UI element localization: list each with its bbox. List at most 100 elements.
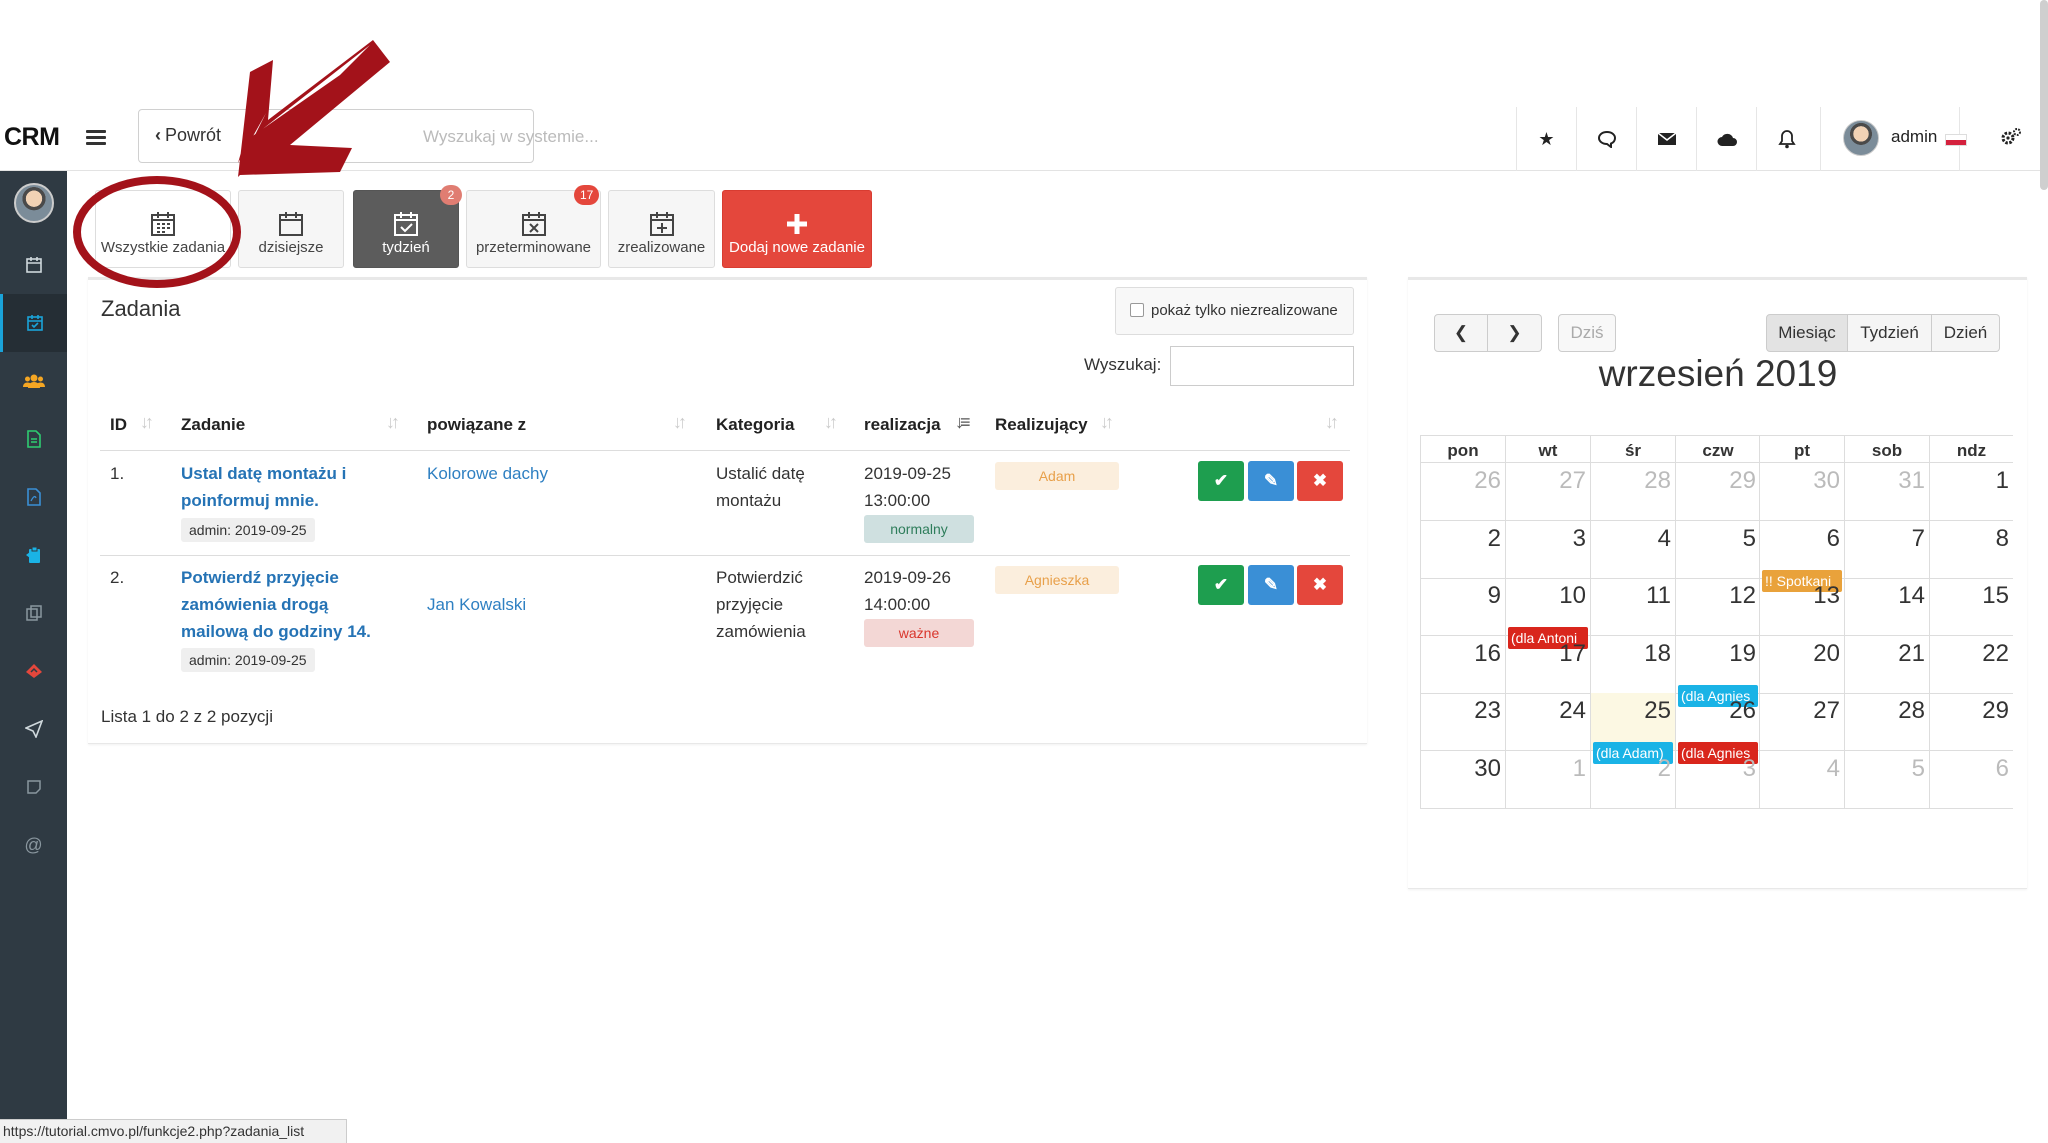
calendar-day[interactable]: 16 — [1420, 636, 1505, 694]
only-unfinished-checkbox[interactable] — [1130, 303, 1144, 317]
complete-task-button[interactable]: ✔ — [1198, 565, 1244, 605]
add-task-button[interactable]: Dodaj nowe zadanie — [722, 190, 872, 268]
calendar-day[interactable]: 3 — [1505, 521, 1590, 579]
edit-task-button[interactable]: ✎ — [1248, 565, 1294, 605]
column-header-date[interactable]: realizacja — [864, 415, 941, 435]
calendar-day[interactable]: 5 — [1675, 521, 1760, 579]
calendar-day[interactable]: 26 — [1420, 463, 1505, 521]
calendar-day[interactable]: 27 — [1505, 463, 1590, 521]
calendar-day[interactable]: 25 (dla Adam) — [1590, 693, 1675, 764]
calendar-day[interactable]: 2 — [1420, 521, 1505, 579]
calendar-day[interactable]: 5 — [1844, 751, 1929, 809]
calendar-day[interactable]: 4 — [1759, 751, 1844, 809]
task-link[interactable]: Ustal datę montażu i poinformuj mnie. — [181, 460, 346, 514]
calendar-day[interactable]: 19 (dla Agnies — [1675, 636, 1760, 707]
calendar-next-button[interactable]: ❯ — [1488, 314, 1542, 352]
sort-icon[interactable]: ↓↑ — [824, 412, 838, 433]
delete-task-button[interactable]: ✖ — [1297, 461, 1343, 501]
sidebar-avatar[interactable] — [14, 183, 54, 223]
calendar-day[interactable]: 20 — [1759, 636, 1844, 694]
only-unfinished-toggle[interactable]: pokaż tylko niezrealizowane — [1115, 287, 1354, 335]
sidebar-pdf-icon[interactable] — [0, 468, 67, 526]
calendar-day[interactable]: 3 — [1675, 751, 1760, 809]
calendar-day[interactable]: 14 — [1844, 578, 1929, 636]
calendar-day[interactable]: 15 — [1929, 578, 2013, 636]
sort-icon[interactable]: ↓↑ — [140, 412, 154, 433]
calendar-day[interactable]: 29 — [1929, 693, 2013, 751]
calendar-day[interactable]: 23 — [1420, 693, 1505, 751]
back-button[interactable]: ‹ Powrót — [155, 125, 221, 146]
calendar-day[interactable]: 7 — [1844, 521, 1929, 579]
overdue-tasks-button[interactable]: przeterminowane 17 — [466, 185, 601, 268]
table-search-input[interactable] — [1170, 346, 1354, 386]
completed-tasks-button[interactable]: zrealizowane — [608, 190, 715, 268]
calendar-day[interactable]: 13 — [1759, 578, 1844, 636]
calendar-day[interactable]: 28 — [1844, 693, 1929, 751]
calendar-day[interactable]: 10 (dla Antoni — [1505, 578, 1590, 649]
sidebar-clipboard-icon[interactable] — [0, 526, 67, 584]
calendar-day[interactable]: 30 — [1759, 463, 1844, 521]
column-header-assignee[interactable]: Realizujący — [995, 415, 1088, 435]
calendar-day[interactable]: 1 — [1505, 751, 1590, 809]
calendar-prev-button[interactable]: ❮ — [1434, 314, 1488, 352]
page-scrollbar[interactable] — [2040, 0, 2048, 190]
all-tasks-button[interactable]: Wszystkie zadania — [95, 190, 231, 268]
sidebar-tasks-icon[interactable] — [0, 294, 67, 352]
calendar-day[interactable]: 22 — [1929, 636, 2013, 694]
sidebar-calendar-icon[interactable] — [0, 236, 67, 294]
calendar-day[interactable]: 30 — [1420, 751, 1505, 809]
column-header-related[interactable]: powiązane z — [427, 415, 526, 435]
week-tasks-button[interactable]: tydzień 2 — [353, 185, 462, 268]
favorites-icon[interactable]: ★ — [1516, 107, 1576, 171]
calendar-day[interactable]: 17 — [1505, 636, 1590, 694]
related-link[interactable]: Kolorowe dachy — [427, 460, 548, 487]
calendar-view-week[interactable]: Tydzień — [1848, 314, 1932, 352]
calendar-day[interactable]: 11 — [1590, 578, 1675, 636]
calendar-day[interactable]: 27 — [1759, 693, 1844, 751]
calendar-day[interactable]: 21 — [1844, 636, 1929, 694]
column-header-category[interactable]: Kategoria — [716, 415, 794, 435]
user-menu[interactable]: admin — [1820, 107, 1967, 171]
sort-desc-icon[interactable]: ↓≡ — [955, 412, 970, 433]
calendar-day[interactable]: 28 — [1590, 463, 1675, 521]
sidebar-ticket-icon[interactable] — [0, 642, 67, 700]
related-link[interactable]: Jan Kowalski — [427, 591, 526, 618]
global-search-input[interactable] — [423, 125, 653, 149]
complete-task-button[interactable]: ✔ — [1198, 461, 1244, 501]
calendar-view-day[interactable]: Dzień — [1932, 314, 2000, 352]
column-header-task[interactable]: Zadanie — [181, 415, 245, 435]
calendar-day[interactable]: 1 — [1929, 463, 2013, 521]
calendar-day[interactable]: 6 — [1929, 751, 2013, 809]
chat-icon[interactable] — [1576, 107, 1636, 171]
sidebar-copy-icon[interactable] — [0, 584, 67, 642]
calendar-day[interactable]: 24 — [1505, 693, 1590, 751]
calendar-day[interactable]: 8 — [1929, 521, 2013, 579]
today-tasks-button[interactable]: dzisiejsze — [238, 190, 344, 268]
settings-gears-icon[interactable] — [2000, 127, 2022, 153]
sidebar-email-at-icon[interactable]: @ — [0, 816, 67, 874]
app-logo[interactable]: CRM — [4, 123, 60, 152]
cloud-icon[interactable] — [1696, 107, 1756, 171]
sidebar-note-icon[interactable] — [0, 758, 67, 816]
delete-task-button[interactable]: ✖ — [1297, 565, 1343, 605]
sort-icon[interactable]: ↓↑ — [1325, 412, 1339, 433]
calendar-view-month[interactable]: Miesiąc — [1766, 314, 1848, 352]
mail-icon[interactable] — [1636, 107, 1696, 171]
calendar-day[interactable]: 29 — [1675, 463, 1760, 521]
bell-icon[interactable] — [1756, 107, 1816, 171]
calendar-day[interactable]: 26 (dla Agnies — [1675, 693, 1760, 764]
calendar-day[interactable]: 4 — [1590, 521, 1675, 579]
sidebar-send-icon[interactable] — [0, 700, 67, 758]
sort-icon[interactable]: ↓↑ — [673, 412, 687, 433]
calendar-day[interactable]: 31 — [1844, 463, 1929, 521]
sidebar-users-icon[interactable] — [0, 352, 67, 410]
task-link[interactable]: Potwierdź przyjęcie zamówienia drogą mai… — [181, 564, 371, 645]
calendar-day[interactable]: 6!! Spotkani — [1759, 521, 1844, 592]
column-header-id[interactable]: ID — [110, 415, 127, 435]
calendar-day[interactable]: 12 — [1675, 578, 1760, 636]
calendar-day[interactable]: 9 — [1420, 578, 1505, 636]
edit-task-button[interactable]: ✎ — [1248, 461, 1294, 501]
calendar-day[interactable]: 2 — [1590, 751, 1675, 809]
calendar-today-button[interactable]: Dziś — [1558, 314, 1616, 352]
calendar-day[interactable]: 18 — [1590, 636, 1675, 694]
